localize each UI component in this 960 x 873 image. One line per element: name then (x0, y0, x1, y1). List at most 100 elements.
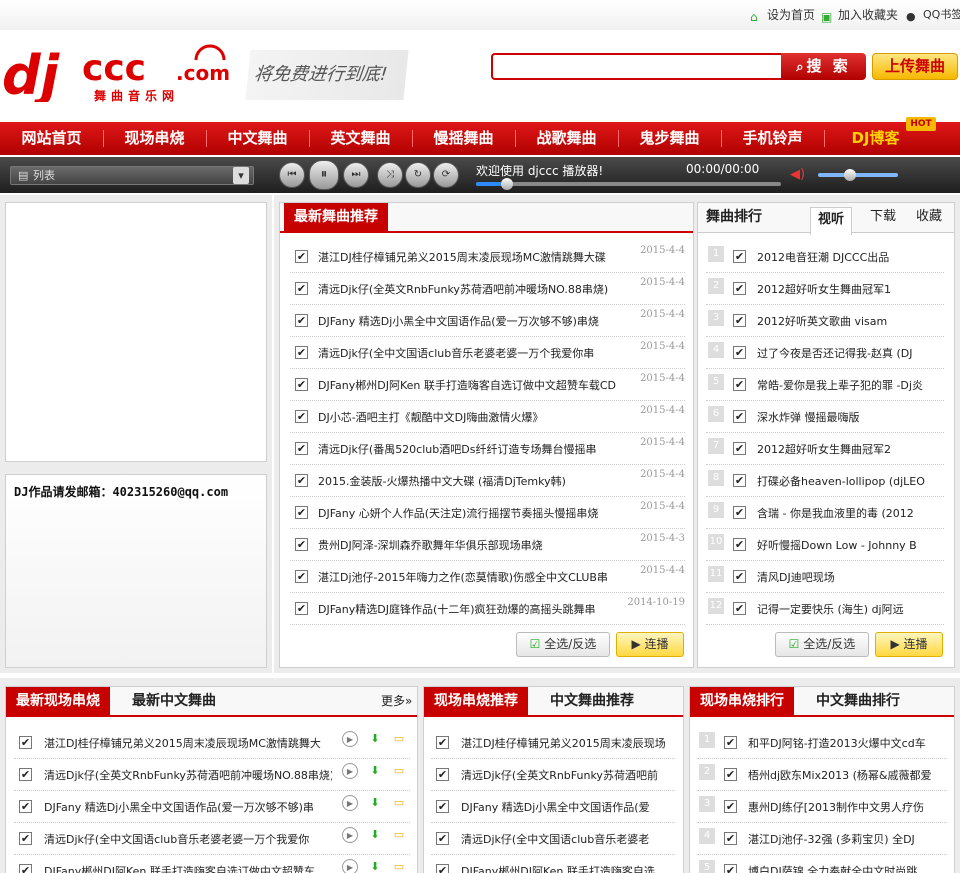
track-checkbox[interactable]: ✔ (19, 800, 32, 813)
track-checkbox[interactable]: ✔ (295, 410, 308, 423)
rank-row[interactable]: 4 ✔ 湛江Dj池仔-32强 (多莉宝贝) 全DJ (697, 823, 947, 855)
track-checkbox[interactable]: ✔ (295, 602, 308, 615)
rank-row[interactable]: 7 ✔ 2012超好听女生舞曲冠军2 (706, 433, 944, 465)
rank-title[interactable]: 打碟必备heaven-lollipop (djLEO (757, 473, 943, 489)
search-input[interactable] (491, 53, 781, 80)
rank-title[interactable]: 惠州DJ练仔[2013制作中文男人疗伤 (748, 799, 946, 815)
play-icon[interactable]: ▶ (342, 731, 358, 747)
live-row[interactable]: ✔ 清远Djk仔(全英文RnbFunky苏荷酒吧前冲暖场NO.88串烧) ▶ ⬇ ▭ (14, 759, 410, 791)
track-checkbox[interactable]: ✔ (436, 736, 449, 749)
track-checkbox[interactable]: ✔ (295, 250, 308, 263)
playlist-dropdown[interactable]: ▤ 列表 ▾ (10, 166, 254, 185)
download-icon[interactable]: ⬇ (367, 859, 383, 873)
track-title[interactable]: 2015.金装版-火爆热播中文大碟 (福清DjTemky韩) (318, 473, 623, 489)
track-title[interactable]: 湛江DJ桂仔樟铺兄弟义2015周末凌辰现场MC激情跳舞大碟 (318, 249, 623, 265)
nav-live-mix[interactable]: 现场串烧 (103, 122, 206, 155)
latest-select-all-button[interactable]: ☑ 全选/反选 (516, 632, 610, 657)
track-checkbox[interactable]: ✔ (295, 314, 308, 327)
tab-live-recommend[interactable]: 现场串烧推荐 (424, 687, 528, 715)
shuffle-button[interactable]: ⤨ (377, 162, 403, 188)
track-title[interactable]: DJFany精选DJ庭锋作品(十二年)疯狂劲爆的高摇头跳舞串 (318, 601, 623, 617)
rank-title[interactable]: 含瑞 - 你是我血液里的毒 (2012 (757, 505, 943, 521)
track-checkbox[interactable]: ✔ (436, 768, 449, 781)
rank-row[interactable]: 6 ✔ 深水炸弹 慢摇最嗨版 (706, 401, 944, 433)
rank-title[interactable]: 2012电音狂潮 DJCCC出品 (757, 249, 943, 265)
folder-icon[interactable]: ▭ (391, 859, 407, 873)
track-checkbox[interactable]: ✔ (733, 250, 746, 263)
track-row[interactable]: ✔ 清远Djk仔(番禺520club酒吧Ds纤纤订造专场舞台慢摇串 2015-4-4 (290, 433, 685, 465)
progress-bar[interactable] (476, 178, 781, 190)
rank-title[interactable]: 常皓-爱你是我上辈子犯的罪 -Dj炎 (757, 377, 943, 393)
track-row[interactable]: ✔ DJFany 精选Dj小黑全中文国语作品(爱一万次够不够)串烧 2015-4-4 (290, 305, 685, 337)
track-checkbox[interactable]: ✔ (724, 800, 737, 813)
rank-title[interactable]: 梧州dj欧东Mix2013 (杨幂&戚薇都爱 (748, 767, 946, 783)
volume-handle[interactable] (844, 169, 856, 181)
tab-latest-live[interactable]: 最新现场串烧 (6, 687, 110, 715)
track-checkbox[interactable]: ✔ (436, 800, 449, 813)
tab-download[interactable]: 下载 (870, 203, 896, 231)
track-checkbox[interactable]: ✔ (295, 282, 308, 295)
live-title[interactable]: 湛江DJ桂仔樟铺兄弟义2015周末凌辰现场 (461, 735, 673, 751)
track-row[interactable]: ✔ DJ小芯-酒吧主打《靓酷中文DJ嗨曲激情火爆》 2015-4-4 (290, 401, 685, 433)
live-row[interactable]: ✔ DJFany郴州DJ阿Ken 联手打造嗨客自选 (431, 855, 675, 873)
tab-collect[interactable]: 收藏 (916, 203, 942, 231)
rank-title[interactable]: 2012好听英文歌曲 visam (757, 313, 943, 329)
live-title[interactable]: 清远Djk仔(全英文RnbFunky苏荷酒吧前 (461, 767, 673, 783)
track-row[interactable]: ✔ 2015.金装版-火爆热播中文大碟 (福清DjTemky韩) 2015-4-4 (290, 465, 685, 497)
live-title[interactable]: 清远Djk仔(全英文RnbFunky苏荷酒吧前冲暖场NO.88串烧) (44, 767, 332, 783)
rank-title[interactable]: 好听慢摇Down Low - Johnny B (757, 537, 943, 553)
rank-row[interactable]: 2 ✔ 2012超好听女生舞曲冠军1 (706, 273, 944, 305)
tab-listen[interactable]: 视听 (810, 207, 852, 235)
play-icon[interactable]: ▶ (342, 859, 358, 873)
add-favorite-link[interactable]: ▣ 加入收藏夹 (821, 6, 898, 24)
track-checkbox[interactable]: ✔ (733, 474, 746, 487)
live-row[interactable]: ✔ DJFany 精选Dj小黑全中文国语作品(爱一万次够不够)串 ▶ ⬇ ▭ (14, 791, 410, 823)
rank-row[interactable]: 3 ✔ 2012好听英文歌曲 visam (706, 305, 944, 337)
folder-icon[interactable]: ▭ (391, 763, 407, 779)
track-checkbox[interactable]: ✔ (733, 410, 746, 423)
folder-icon[interactable]: ▭ (391, 795, 407, 811)
track-checkbox[interactable]: ✔ (19, 768, 32, 781)
previous-button[interactable]: ⏮ (279, 162, 305, 188)
live-row[interactable]: ✔ 清远Djk仔(全中文国语club音乐老婆老婆一万个我爱你 ▶ ⬇ ▭ (14, 823, 410, 855)
upload-button[interactable]: 上传舞曲 (872, 53, 958, 80)
play-icon[interactable]: ▶ (342, 763, 358, 779)
tab-latest[interactable]: 最新舞曲推荐 (284, 203, 388, 231)
live-row[interactable]: ✔ 湛江DJ桂仔樟铺兄弟义2015周末凌辰现场MC激情跳舞大 ▶ ⬇ ▭ (14, 727, 410, 759)
nav-shuffle-dance[interactable]: 鬼步舞曲 (618, 122, 721, 155)
qq-bookmark-link[interactable]: ● QQ书签 (906, 6, 960, 24)
track-title[interactable]: DJFany 心妍个人作品(天注定)流行摇摆节奏摇头慢摇串烧 (318, 505, 623, 521)
track-row[interactable]: ✔ 清远Djk仔(全中文国语club音乐老婆老婆一万个我爱你串 2015-4-4 (290, 337, 685, 369)
rank-play-button[interactable]: ▶ 连播 (875, 632, 943, 657)
live-row[interactable]: ✔ 清远Djk仔(全英文RnbFunky苏荷酒吧前 (431, 759, 675, 791)
track-checkbox[interactable]: ✔ (295, 506, 308, 519)
folder-icon[interactable]: ▭ (391, 731, 407, 747)
track-checkbox[interactable]: ✔ (724, 768, 737, 781)
nav-battle-song[interactable]: 战歌舞曲 (515, 122, 618, 155)
tab-chinese-rank[interactable]: 中文舞曲排行 (816, 687, 900, 715)
live-title[interactable]: 湛江DJ桂仔樟铺兄弟义2015周末凌辰现场MC激情跳舞大 (44, 735, 332, 751)
download-icon[interactable]: ⬇ (367, 827, 383, 843)
rank-row[interactable]: 12 ✔ 记得一定要快乐 (海生) dj阿远 (706, 593, 944, 625)
more-link[interactable]: 更多» (381, 687, 412, 715)
track-row[interactable]: ✔ 贵州DJ阿泽-深圳森乔歌舞年华俱乐部现场串烧 2015-4-3 (290, 529, 685, 561)
track-checkbox[interactable]: ✔ (733, 538, 746, 551)
pause-button[interactable]: ⏸ (309, 160, 339, 190)
track-checkbox[interactable]: ✔ (436, 832, 449, 845)
site-logo[interactable]: dj ccc .com 舞曲音乐网 (0, 42, 240, 107)
download-icon[interactable]: ⬇ (367, 763, 383, 779)
live-row[interactable]: ✔ DJFany郴州DJ阿Ken 联手打造嗨客自选订做中文超赞车 ▶ ⬇ ▭ (14, 855, 410, 873)
track-title[interactable]: DJFany郴州DJ阿Ken 联手打造嗨客自选订做中文超赞车载CD (318, 377, 623, 393)
rank-title[interactable]: 深水炸弹 慢摇最嗨版 (757, 409, 943, 425)
track-title[interactable]: 湛江Dj池仔-2015年嗨力之作(恋莫情歌)伤感全中文CLUB串 (318, 569, 623, 585)
track-checkbox[interactable]: ✔ (724, 736, 737, 749)
track-checkbox[interactable]: ✔ (733, 506, 746, 519)
repeat-one-button[interactable]: ⟳ (433, 162, 459, 188)
nav-slow-rock[interactable]: 慢摇舞曲 (412, 122, 515, 155)
live-title[interactable]: DJFany 精选Dj小黑全中文国语作品(爱一万次够不够)串 (44, 799, 332, 815)
tab-live-rank[interactable]: 现场串烧排行 (690, 687, 794, 715)
nav-ringtone[interactable]: 手机铃声 (721, 122, 824, 155)
tab-chinese-recommend[interactable]: 中文舞曲推荐 (550, 687, 634, 715)
play-icon[interactable]: ▶ (342, 795, 358, 811)
track-title[interactable]: 清远Djk仔(全英文RnbFunky苏荷酒吧前冲暖场NO.88串烧) (318, 281, 623, 297)
